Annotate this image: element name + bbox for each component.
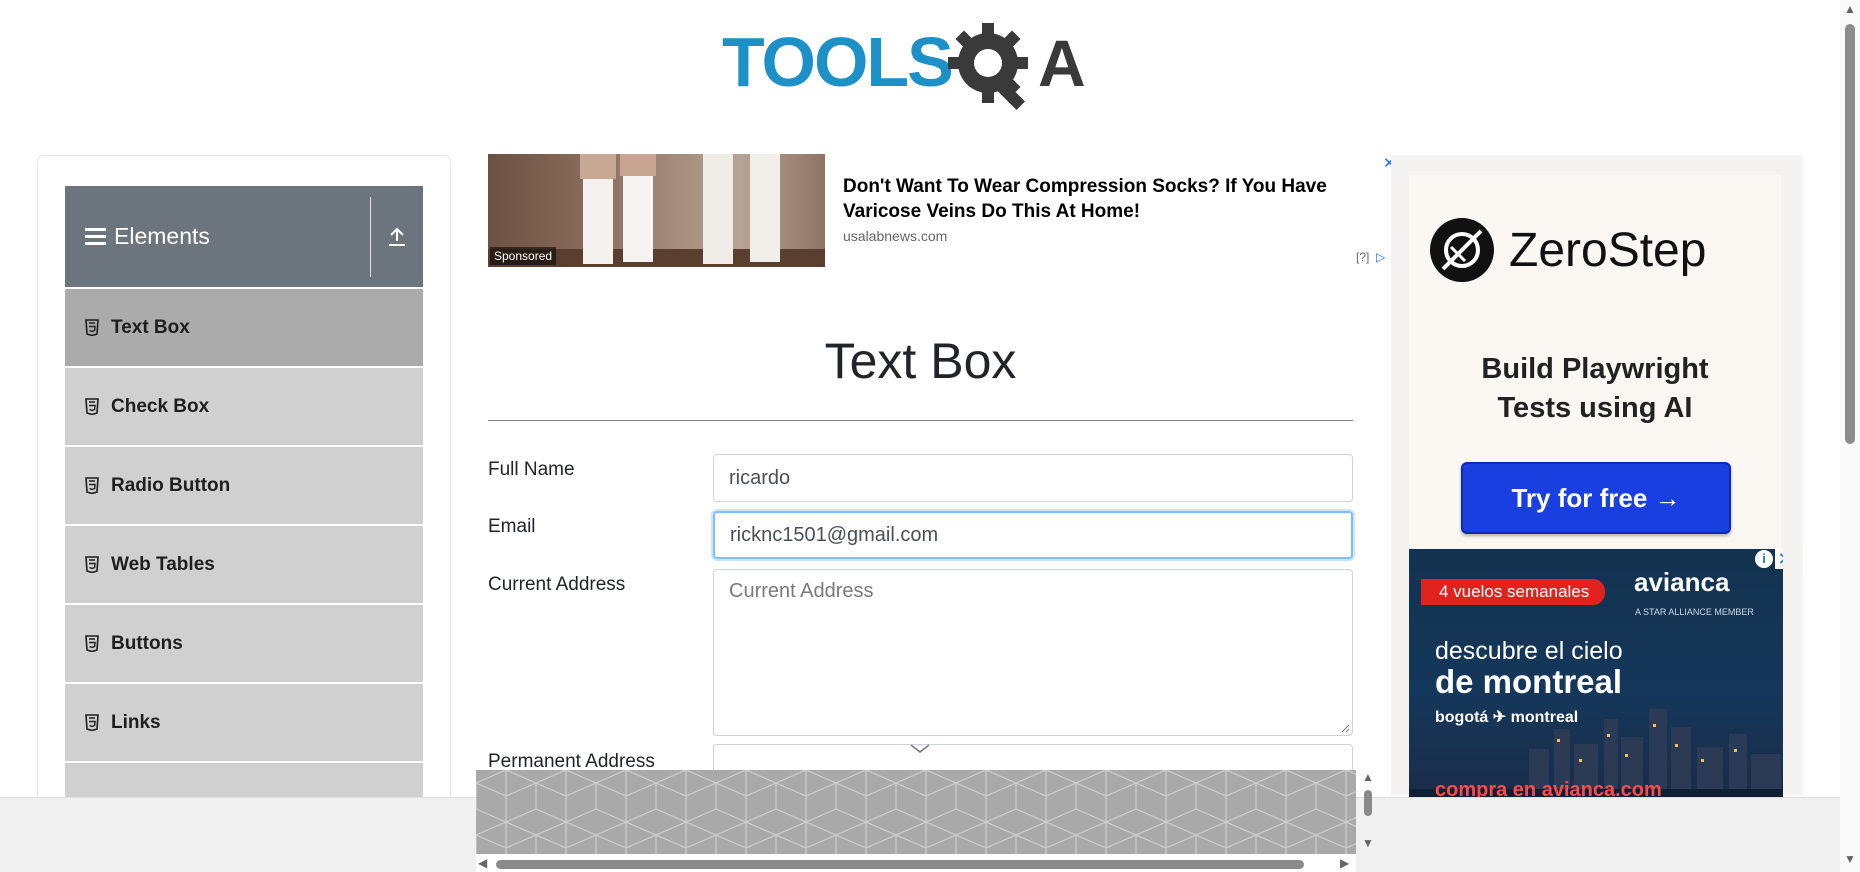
resize-grip-icon[interactable] <box>1340 723 1350 733</box>
current-address-label: Current Address <box>488 574 626 595</box>
try-for-free-button[interactable]: Try for free → <box>1461 462 1731 534</box>
html5-icon <box>85 477 99 494</box>
zerostep-ad[interactable]: ZeroStep Build Playwright Tests using AI… <box>1409 175 1781 550</box>
page-scroll-up-icon[interactable]: ▲ <box>1844 2 1856 16</box>
scroll-up-arrow-icon[interactable]: ▲ <box>1362 770 1374 784</box>
html5-icon <box>85 319 99 336</box>
avianca-brand: avianca <box>1634 567 1730 597</box>
html5-icon <box>85 635 99 652</box>
sidebar-item-buttons[interactable]: Buttons <box>65 604 423 683</box>
sidebar-item-label: Web Tables <box>111 553 215 575</box>
horizontal-scroll-thumb[interactable] <box>496 860 1304 869</box>
hamburger-icon <box>85 224 106 249</box>
elements-menu-list: Text Box Check Box Radio Button Web Tabl… <box>65 288 423 841</box>
current-address-placeholder: Current Address <box>729 580 874 602</box>
scroll-right-arrow-icon[interactable]: ▶ <box>1340 856 1349 870</box>
sidebar-item-label: Links <box>111 711 161 733</box>
html5-icon <box>85 398 99 415</box>
ad-info-icon[interactable]: i <box>1755 550 1773 568</box>
sidebar-item-web-tables[interactable]: Web Tables <box>65 525 423 604</box>
page: TOOLS A Elements Text Box Check Box Radi… <box>0 0 1860 872</box>
current-address-textarea[interactable]: Current Address <box>713 569 1353 736</box>
adchoices-icon[interactable]: ▷ <box>1376 250 1385 264</box>
email-value: ricknc1501@gmail.com <box>730 523 939 546</box>
zerostep-tagline-2: Tests using AI <box>1497 392 1693 424</box>
ad-photo: Sponsored <box>488 154 825 267</box>
elements-group-header[interactable]: Elements <box>65 186 423 287</box>
sidebar-item-label: Radio Button <box>111 474 231 496</box>
avianca-badge: 4 vuelos semanales <box>1421 579 1606 605</box>
sidebar: Elements Text Box Check Box Radio Button <box>37 155 451 841</box>
page-vertical-scrollbar[interactable]: ▲ ▼ <box>1840 0 1860 872</box>
group-title: Elements <box>114 223 210 249</box>
ad-domain[interactable]: usalabnews.com <box>843 228 947 244</box>
title-divider <box>488 420 1353 421</box>
svg-text:TOOLS: TOOLS <box>722 23 952 101</box>
bottom-ad-vertical-scrollbar[interactable]: ▲ ▼ <box>1360 770 1376 854</box>
zerostep-logo: ZeroStep <box>1429 217 1706 283</box>
email-input[interactable]: ricknc1501@gmail.com <box>713 511 1353 559</box>
avianca-route: bogotá ✈ montreal <box>1435 709 1579 726</box>
scroll-left-arrow-icon[interactable]: ◀ <box>478 856 487 870</box>
avianca-line1: descubre el cielo <box>1435 637 1623 665</box>
ad-close-icon[interactable]: ✕ <box>1775 549 1783 569</box>
sidebar-item-radio-button[interactable]: Radio Button <box>65 446 423 525</box>
sidebar-item-links[interactable]: Links <box>65 683 423 762</box>
chevron-down-icon <box>910 744 930 753</box>
email-label: Email <box>488 516 536 537</box>
ad-help-link[interactable]: [?] <box>1356 250 1369 264</box>
sponsored-ad-banner[interactable]: Sponsored Don't Want To Wear Compression… <box>488 154 1396 268</box>
bottom-ad-horizontal-scrollbar[interactable]: ◀ ▶ <box>476 856 1356 872</box>
toolsqa-logo[interactable]: TOOLS A <box>720 18 1125 118</box>
svg-text:A: A <box>1038 26 1086 100</box>
sidebar-item-label: Buttons <box>111 632 183 654</box>
html5-icon <box>85 714 99 731</box>
bottom-ad-pattern <box>476 770 1356 854</box>
page-scroll-thumb[interactable] <box>1845 24 1855 444</box>
full-name-value: ricardo <box>729 466 791 489</box>
avianca-sub: A STAR ALLIANCE MEMBER <box>1635 607 1754 617</box>
full-name-input[interactable]: ricardo <box>713 454 1353 502</box>
html5-icon <box>85 556 99 573</box>
full-name-label: Full Name <box>488 459 575 480</box>
zerostep-logo-icon <box>1430 218 1494 282</box>
page-scroll-down-icon[interactable]: ▼ <box>1844 852 1856 866</box>
group-title-wrap: Elements <box>65 186 370 287</box>
right-ad-column: ZeroStep Build Playwright Tests using AI… <box>1391 155 1803 809</box>
page-title: Text Box <box>824 333 1017 389</box>
zerostep-tagline: Build Playwright Tests using AI <box>1409 350 1781 428</box>
sidebar-item-label: Text Box <box>111 316 190 338</box>
zerostep-tagline-1: Build Playwright <box>1481 353 1709 385</box>
zerostep-brand: ZeroStep <box>1509 223 1707 277</box>
sidebar-item-label: Check Box <box>111 395 210 417</box>
sidebar-item-check-box[interactable]: Check Box <box>65 367 423 446</box>
collapse-upload-icon[interactable] <box>371 186 423 287</box>
ad-headline[interactable]: Don't Want To Wear Compression Socks? If… <box>843 174 1388 224</box>
vertical-scroll-thumb[interactable] <box>1364 790 1372 816</box>
sponsored-label: Sponsored <box>490 247 557 265</box>
avianca-line2: de montreal <box>1435 663 1623 700</box>
bottom-ad-frame[interactable]: ◀ ▶ <box>476 770 1356 872</box>
scroll-down-arrow-icon[interactable]: ▼ <box>1362 836 1374 850</box>
avianca-ad[interactable]: 4 vuelos semanales avianca A STAR ALLIAN… <box>1409 549 1783 809</box>
sidebar-item-text-box[interactable]: Text Box <box>65 288 423 367</box>
